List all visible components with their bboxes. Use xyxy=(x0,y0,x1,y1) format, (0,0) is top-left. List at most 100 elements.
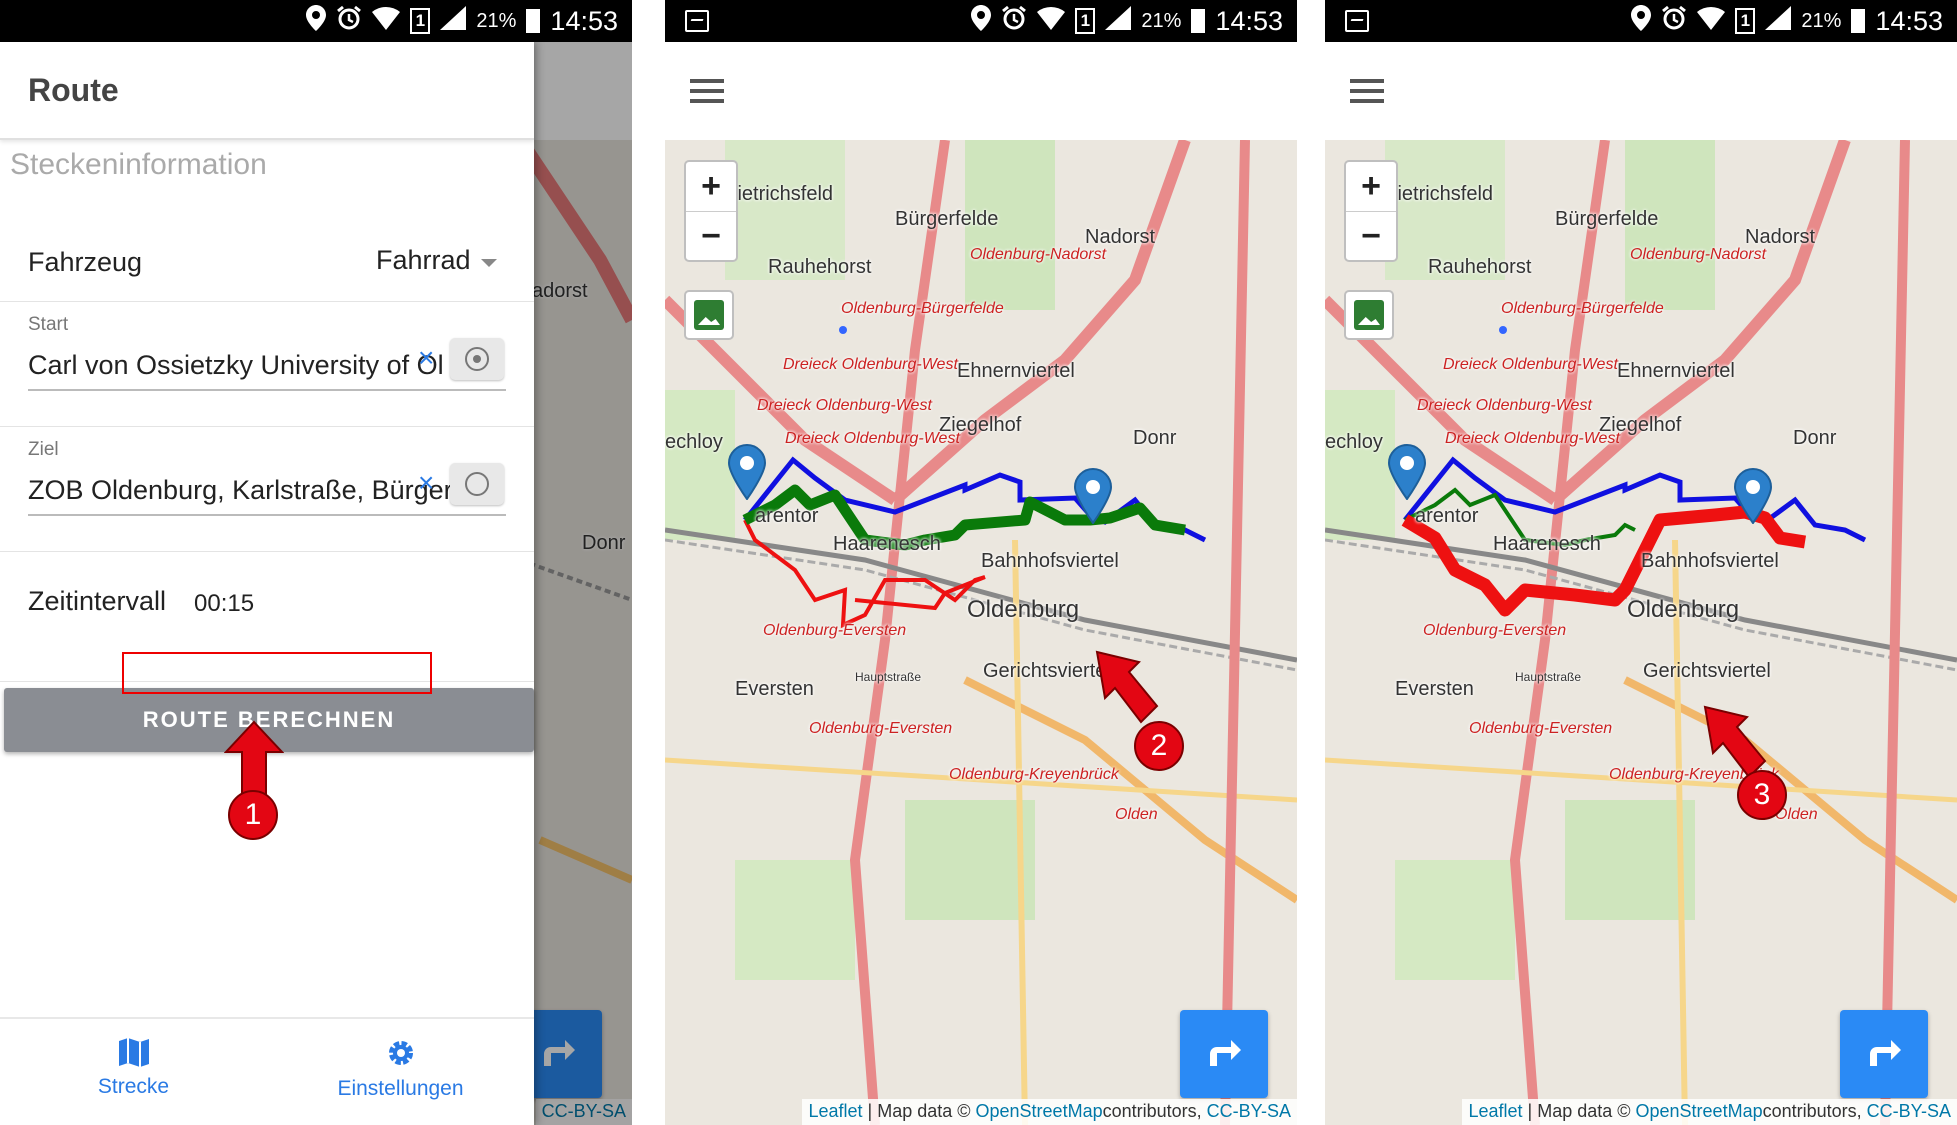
map-label: Dreieck Oldenburg-West xyxy=(1445,430,1620,447)
destination-marker-icon[interactable] xyxy=(1733,468,1773,524)
map-label: Oldenburg-Eversten xyxy=(1469,720,1613,737)
start-marker-icon[interactable] xyxy=(727,444,767,500)
wifi-icon xyxy=(1037,6,1066,37)
license-link[interactable]: CC-BY-SA xyxy=(1867,1101,1951,1121)
map-label: Dietrichsfeld xyxy=(1383,183,1494,205)
step-badge: 3 xyxy=(1737,770,1787,820)
zoom-in-button[interactable]: + xyxy=(686,162,736,212)
map-label: Oldenburg xyxy=(1627,596,1740,623)
map-label: Dreieck Oldenburg-West xyxy=(1417,397,1592,414)
turn-right-icon xyxy=(1870,1040,1901,1066)
clock: 14:53 xyxy=(1875,5,1943,36)
map-label: Donr xyxy=(1133,427,1177,449)
chevron-down-icon[interactable] xyxy=(481,259,497,267)
signal-icon xyxy=(1765,5,1792,37)
map-label: Gerichtsviertel xyxy=(1643,660,1771,682)
map-label: Oldenburg-Nadorst xyxy=(970,246,1107,263)
battery-percent: 21% xyxy=(1141,9,1182,32)
arrow-up-icon xyxy=(224,720,284,795)
map-label: Oldenburg-Eversten xyxy=(809,720,953,737)
map-label: Dietrichsfeld xyxy=(723,183,834,205)
battery-icon xyxy=(526,9,541,33)
map-label: Eversten xyxy=(1395,678,1474,700)
map-label: Bahnhofsviertel xyxy=(1641,550,1779,572)
vehicle-row[interactable]: Fahrzeug Fahrrad xyxy=(0,227,534,302)
time-interval-label: Zeitintervall xyxy=(28,586,167,616)
phone-screen-routes-red: 1 21% 14:53 Dietrichsfeld Bürgerfelde Na… xyxy=(1325,0,1957,1125)
map-label: Oldenburg-Kreyenbrück xyxy=(949,766,1119,783)
zoom-in-button[interactable]: + xyxy=(1346,162,1396,212)
leaflet-link[interactable]: Leaflet xyxy=(808,1101,862,1121)
start-marker-icon[interactable] xyxy=(1387,444,1427,500)
map-attribution: Leaflet | Map data © OpenStreetMapcontri… xyxy=(1462,1099,1957,1125)
license-link[interactable]: CC-BY-SA xyxy=(1207,1101,1291,1121)
layer-switcher-button[interactable] xyxy=(1344,290,1394,340)
map-label: Hauptstraße xyxy=(855,670,922,684)
zoom-out-button[interactable]: − xyxy=(686,212,736,260)
nav-label: Strecke xyxy=(97,1075,170,1098)
turn-right-icon xyxy=(1210,1040,1241,1066)
osm-link[interactable]: OpenStreetMap xyxy=(976,1101,1103,1121)
add-location-button[interactable] xyxy=(450,463,504,505)
map-label: echloy xyxy=(1325,431,1383,453)
phone-screen-route-form: 1 21% 14:53 adorst Donr CC-BY-SA Route S… xyxy=(0,0,632,1125)
wifi-icon xyxy=(372,6,401,37)
map-label: Bahnhofsviertel xyxy=(981,550,1119,572)
map-label: Haarenesch xyxy=(1493,533,1601,555)
attribution-text: contributors, xyxy=(1102,1101,1207,1121)
map-label: Haarenesch xyxy=(833,533,941,555)
map-label: arentor xyxy=(1415,505,1479,527)
start-label: Start xyxy=(28,314,69,335)
map-label: Oldenburg-Eversten xyxy=(1423,622,1567,639)
status-bar: 1 21% 14:53 xyxy=(665,0,1297,42)
map-view[interactable]: Dietrichsfeld Bürgerfelde Nadorst Rauheh… xyxy=(1325,140,1957,1125)
osm-link[interactable]: OpenStreetMap xyxy=(1636,1101,1763,1121)
map-label: Dreieck Oldenburg-West xyxy=(785,430,960,447)
map-label: Rauhehorst xyxy=(768,256,872,278)
vehicle-label: Fahrzeug xyxy=(28,247,143,277)
attribution-text: | Map data © xyxy=(1522,1101,1636,1121)
wifi-icon xyxy=(1697,6,1726,37)
zoom-out-button[interactable]: − xyxy=(1346,212,1396,260)
vehicle-select[interactable]: Fahrrad xyxy=(376,245,471,276)
menu-icon[interactable] xyxy=(690,79,724,103)
step-badge: 1 xyxy=(228,790,278,840)
status-bar: 1 21% 14:53 xyxy=(0,0,632,42)
nav-label: Einstellungen xyxy=(337,1077,464,1100)
map-label: Hauptstraße xyxy=(1515,670,1582,684)
battery-percent: 21% xyxy=(1801,9,1842,32)
alarm-icon xyxy=(1661,5,1687,38)
destination-row: Ziel ZOB Oldenburg, Karlstraße, Bürger × xyxy=(0,427,534,552)
time-interval-value[interactable]: 00:15 xyxy=(194,590,254,618)
bottom-navigation: Strecke Einstellungen xyxy=(0,1017,534,1125)
map-label: Olden xyxy=(1115,806,1158,823)
route-fab-button[interactable] xyxy=(1840,1010,1928,1098)
signal-icon xyxy=(440,5,467,37)
clear-destination-icon[interactable]: × xyxy=(418,467,434,499)
menu-icon[interactable] xyxy=(1350,79,1384,103)
location-icon xyxy=(1631,4,1652,38)
clear-start-icon[interactable]: × xyxy=(418,342,434,374)
clock: 14:53 xyxy=(550,5,618,36)
map-label: Bürgerfelde xyxy=(895,208,999,230)
route-drawer: Route Steckeninformation Fahrzeug Fahrra… xyxy=(0,42,534,1125)
alarm-icon xyxy=(336,5,362,38)
layer-switcher-button[interactable] xyxy=(684,290,734,340)
route-fab-button[interactable] xyxy=(1180,1010,1268,1098)
zoom-control: + − xyxy=(1344,160,1398,262)
signal-icon xyxy=(1105,5,1132,37)
nav-tab-strecke[interactable]: Strecke xyxy=(0,1019,267,1125)
destination-marker-icon[interactable] xyxy=(1073,468,1113,524)
route-overlay xyxy=(1401,326,1867,617)
gallery-icon xyxy=(1345,10,1369,32)
annotation-highlight-box xyxy=(122,652,432,694)
clock: 14:53 xyxy=(1215,5,1283,36)
leaflet-link[interactable]: Leaflet xyxy=(1468,1101,1522,1121)
current-location-button[interactable] xyxy=(450,338,504,380)
map-label: Oldenburg-Nadorst xyxy=(1630,246,1767,263)
map-label: Dreieck Oldenburg-West xyxy=(783,356,958,373)
app-toolbar xyxy=(1325,42,1957,140)
battery-percent: 21% xyxy=(476,9,517,32)
nav-tab-einstellungen[interactable]: Einstellungen xyxy=(267,1019,534,1125)
map-view[interactable]: Dietrichsfeld Bürgerfelde Nadorst Rauheh… xyxy=(665,140,1297,1125)
